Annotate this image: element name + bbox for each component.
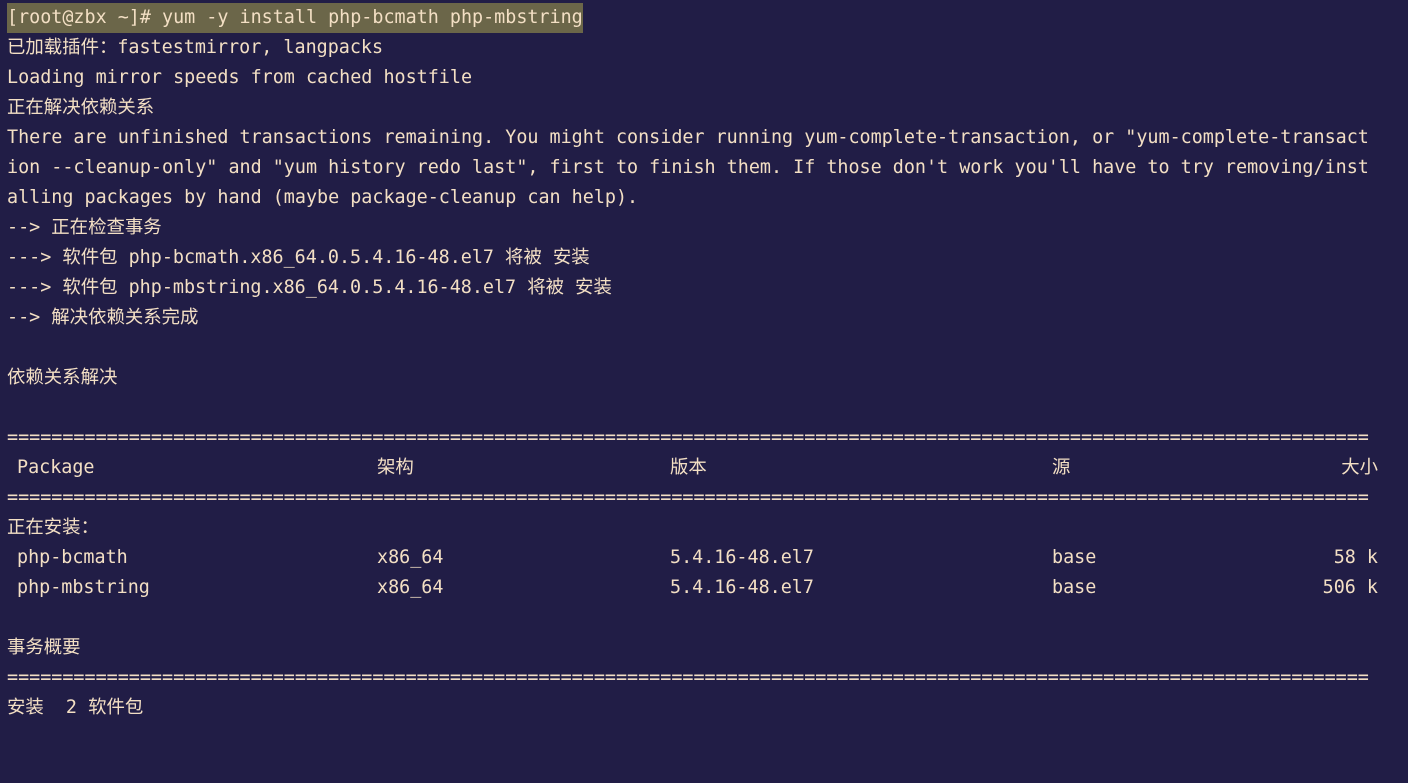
cell-version: 5.4.16-48.el7 <box>670 577 814 598</box>
output-line: alling packages by hand (maybe package-c… <box>7 187 639 208</box>
header-size: 大小 <box>1341 457 1378 478</box>
cell-repo: base <box>1052 577 1097 598</box>
output-line: 正在解决依赖关系 <box>7 97 155 118</box>
table-row: php-mbstring x86_64 5.4.16-48.el7 base 5… <box>0 573 1408 603</box>
cell-package: php-bcmath <box>17 547 128 568</box>
output-line: --> 正在检查事务 <box>7 217 162 238</box>
table-rule: ========================================… <box>7 667 1369 688</box>
table-row: php-bcmath x86_64 5.4.16-48.el7 base 58 … <box>0 543 1408 573</box>
output-line: --> 解决依赖关系完成 <box>7 307 199 328</box>
cell-package: php-mbstring <box>17 577 150 598</box>
output-line: 依赖关系解决 <box>7 367 118 388</box>
cell-size: 506 k <box>1322 577 1378 598</box>
section-label: 正在安装： <box>7 517 99 538</box>
cell-version: 5.4.16-48.el7 <box>670 547 814 568</box>
output-line: ---> 软件包 php-mbstring.x86_64.0.5.4.16-48… <box>7 277 612 298</box>
output-line: There are unfinished transactions remain… <box>7 127 1369 148</box>
table-rule: ========================================… <box>7 427 1369 448</box>
header-version: 版本 <box>670 457 707 478</box>
header-arch: 架构 <box>377 457 414 478</box>
summary-title: 事务概要 <box>7 637 81 658</box>
table-rule: ========================================… <box>7 487 1369 508</box>
header-repo: 源 <box>1052 457 1071 478</box>
cell-repo: base <box>1052 547 1097 568</box>
output-line: Loading mirror speeds from cached hostfi… <box>7 67 473 88</box>
output-line: ion --cleanup-only" and "yum history red… <box>7 157 1369 178</box>
selected-command: [root@zbx ~]# yum -y install php-bcmath … <box>7 3 583 33</box>
command-line: [root@zbx ~]# yum -y install php-bcmath … <box>0 3 1408 33</box>
table-header: Package 架构 版本 源 大小 <box>0 453 1408 483</box>
header-package: Package <box>17 457 95 478</box>
terminal-output[interactable]: [root@zbx ~]# yum -y install php-bcmath … <box>0 3 1408 723</box>
cell-arch: x86_64 <box>377 547 444 568</box>
cell-size: 58 k <box>1333 547 1378 568</box>
output-line: 已加载插件：fastestmirror, langpacks <box>7 37 384 58</box>
output-line: ---> 软件包 php-bcmath.x86_64.0.5.4.16-48.e… <box>7 247 590 268</box>
summary-line: 安装 2 软件包 <box>7 697 144 718</box>
cell-arch: x86_64 <box>377 577 444 598</box>
